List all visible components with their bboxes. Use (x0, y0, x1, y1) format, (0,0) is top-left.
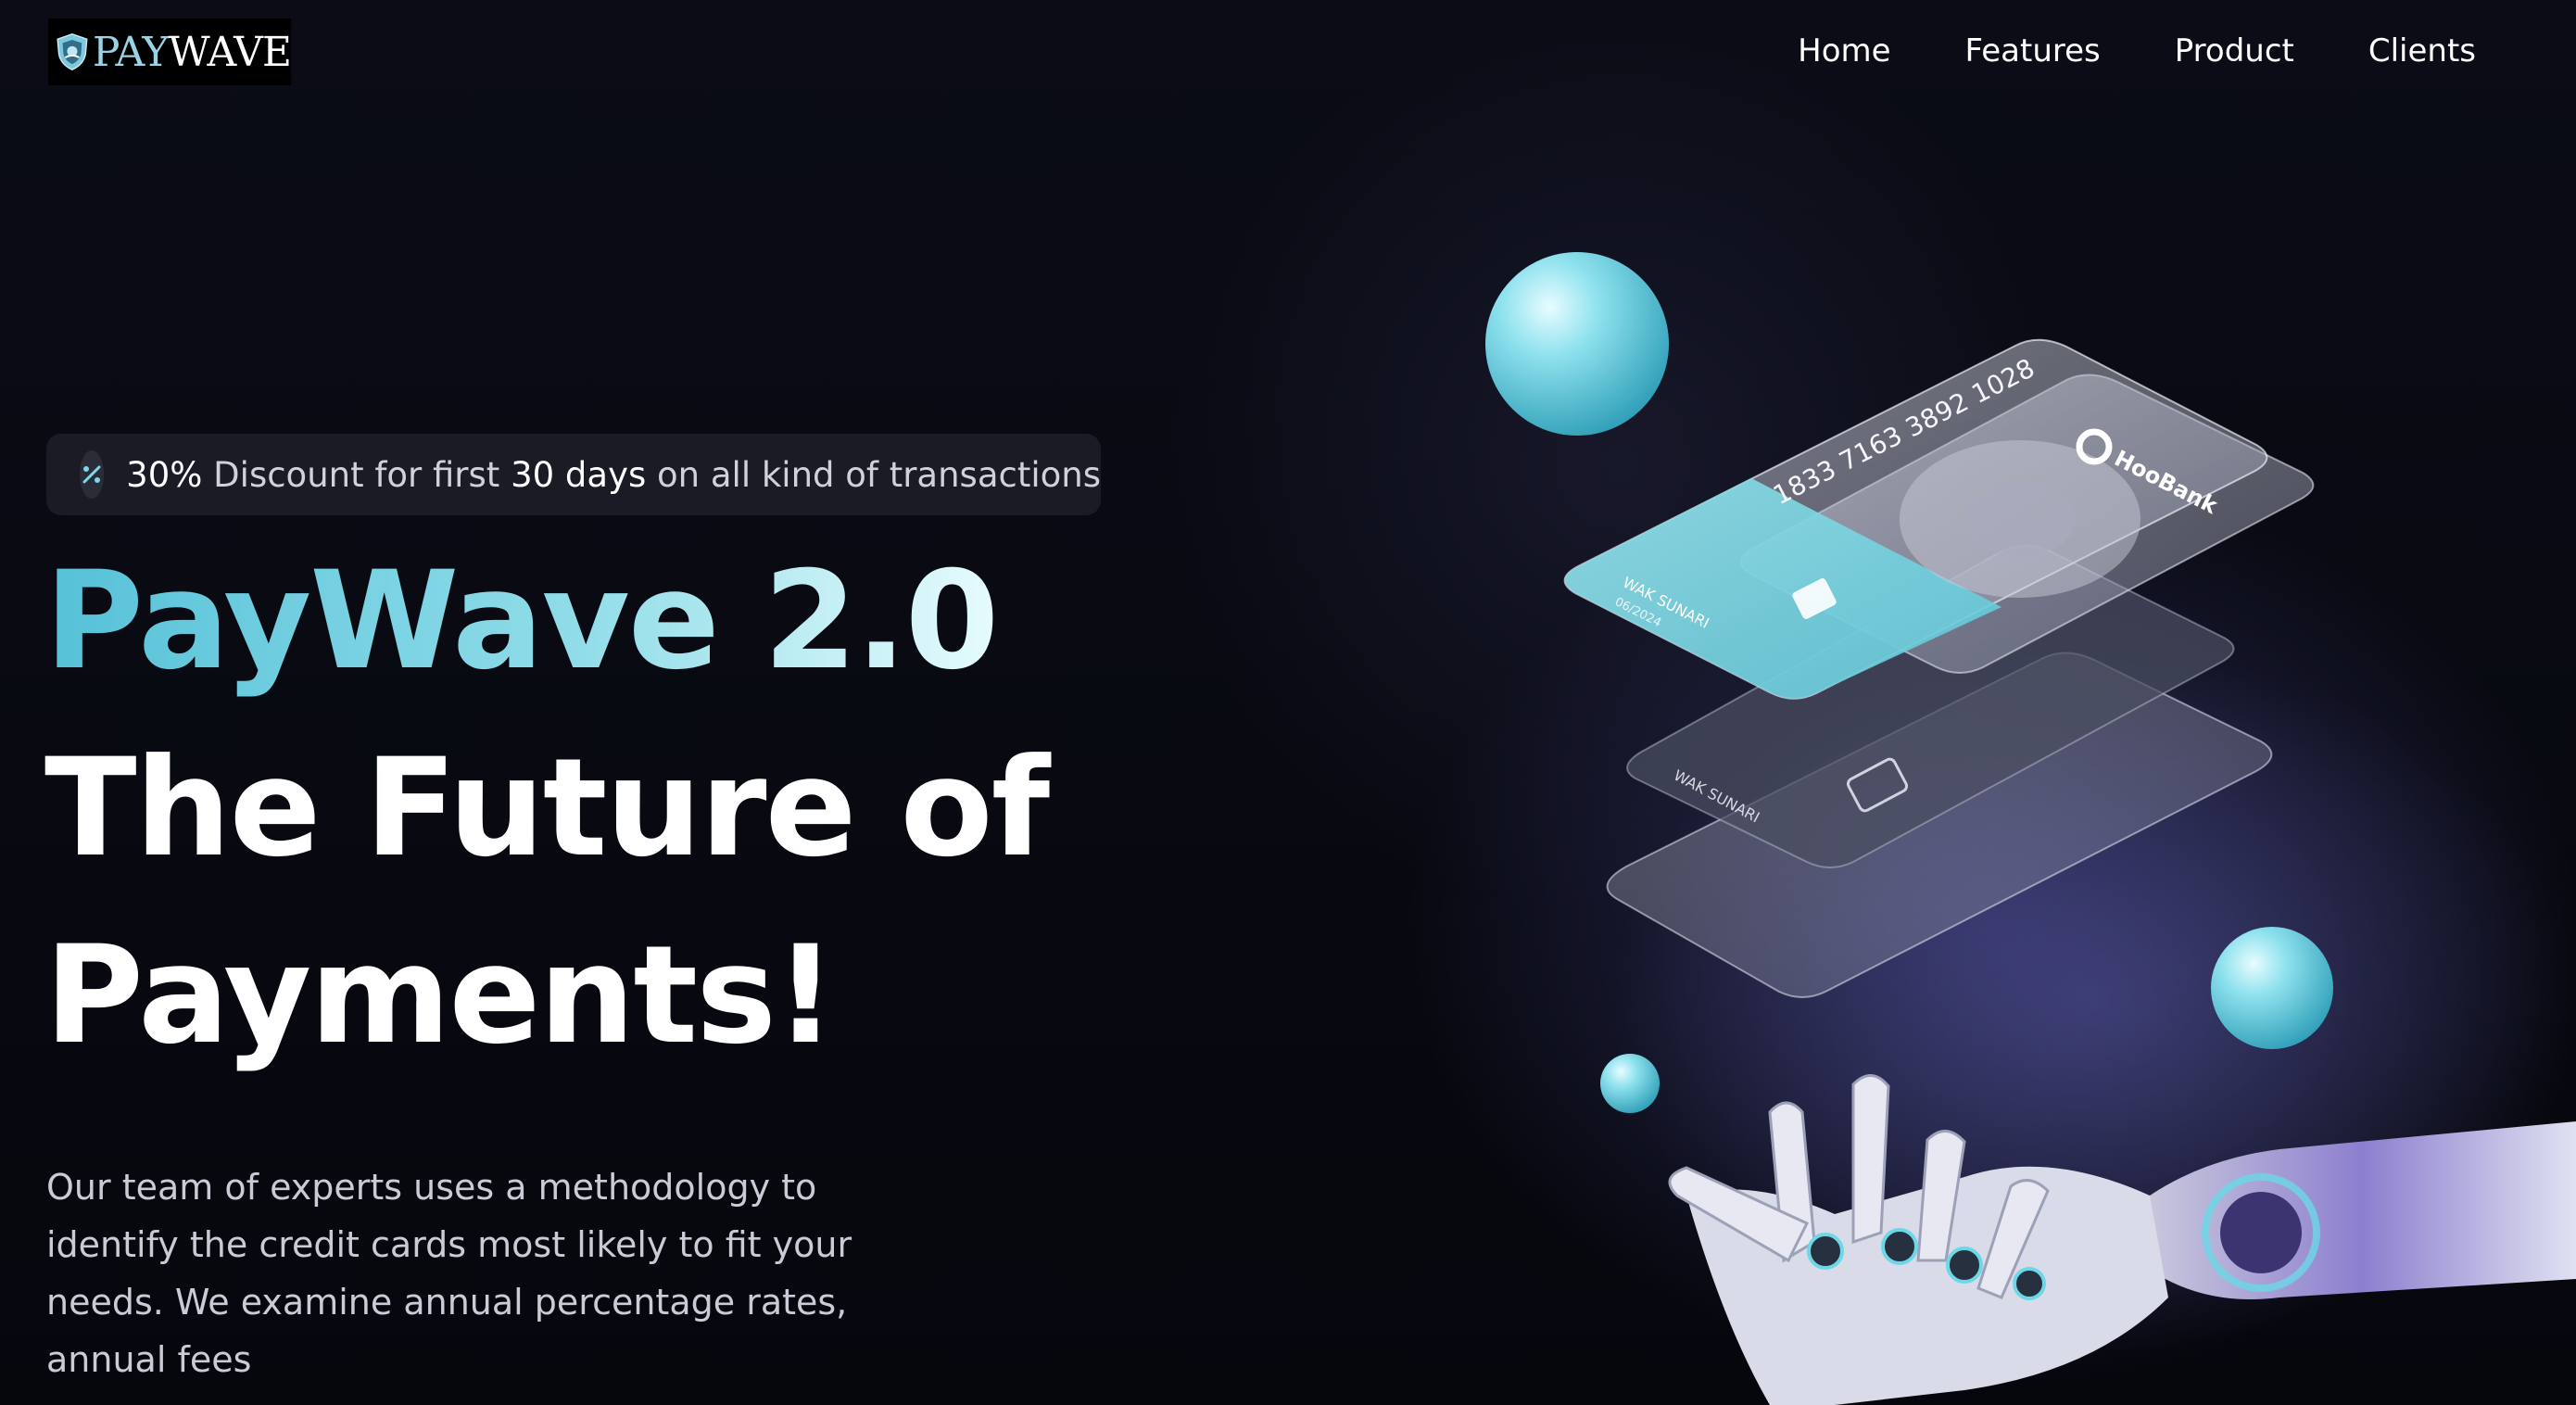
hero-brand-title: PayWave 2.0 (44, 538, 999, 704)
discount-banner: 30% Discount for first 30 days on all ki… (46, 434, 1101, 515)
discount-days: 30 days (511, 454, 647, 495)
discount-text-1: Discount for first (202, 454, 511, 495)
nav-link-home[interactable]: Home (1798, 28, 1890, 74)
nav-link-features[interactable]: Features (1965, 28, 2101, 74)
nav-link-clients[interactable]: Clients (2368, 28, 2476, 74)
hero-title-line-2: Payments! (44, 917, 837, 1074)
decorative-sphere-medium (2211, 927, 2333, 1049)
hero-description: Our team of experts uses a methodology t… (46, 1167, 852, 1380)
discount-percent: 30% (126, 454, 203, 495)
logo-wave-text: WAVE (168, 28, 292, 76)
main-nav: Home Features Product Clients (1798, 28, 2476, 74)
hero-illustration: WAK SUNARI 1833 7163 3892 1028 HooBank W… (1485, 252, 2576, 1405)
page: PAYWAVE Home Features Product Clients 30… (0, 0, 2576, 1405)
discount-text: 30% Discount for first 30 days on all ki… (126, 455, 1101, 495)
decorative-sphere-large (1485, 252, 1669, 436)
discount-icon (80, 450, 105, 499)
decorative-sphere-small (1600, 1054, 1660, 1113)
brand-logo-text: PAYWAVE (92, 28, 292, 76)
discount-text-2: on all kind of transactions (646, 454, 1101, 495)
hero-title-line-1: The Future of (44, 729, 1050, 887)
nav-link-product[interactable]: Product (2175, 28, 2294, 74)
shield-icon (57, 33, 88, 71)
logo-pay-text: PAY (92, 28, 170, 76)
brand-logo[interactable]: PAYWAVE (48, 19, 292, 85)
